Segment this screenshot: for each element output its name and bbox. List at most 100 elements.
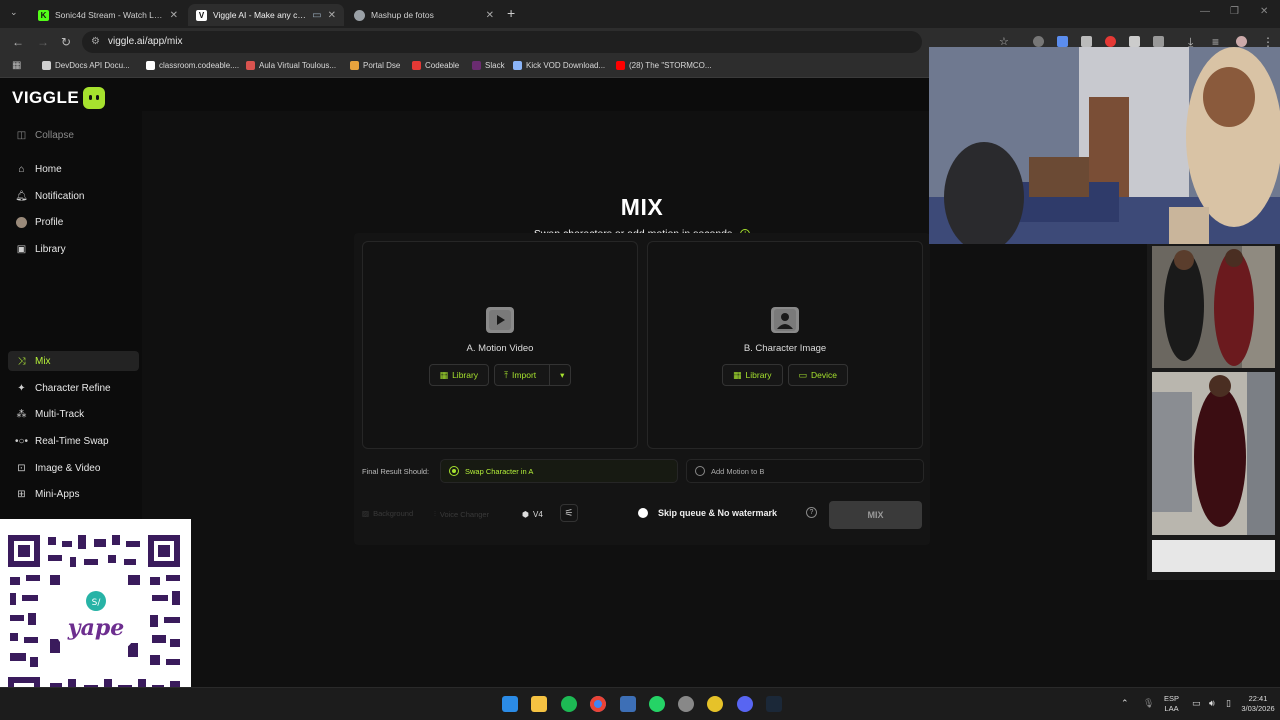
mix-controls-row: ▨ Background ⫶ Voice Changer ⬢ V4 ⚟ Skip qu… xyxy=(362,501,928,529)
browser-tab-viggle[interactable]: V Viggle AI - Make any chara ▭ ✕ xyxy=(188,4,344,26)
svg-text:S/: S/ xyxy=(92,598,102,608)
reload-icon[interactable]: ↻ xyxy=(61,35,71,49)
sidebar-item-label: Notification xyxy=(35,190,85,202)
app-icon[interactable] xyxy=(707,696,723,712)
sidebar-item-notification[interactable]: 🔔︎ Notification xyxy=(8,186,139,206)
model-selector[interactable]: ⬢ V4 xyxy=(522,505,543,523)
address-bar[interactable]: ⚙ viggle.ai/app/mix xyxy=(82,31,922,53)
windows-start-icon[interactable] xyxy=(502,696,518,712)
video-thumbnail[interactable] xyxy=(1152,540,1275,572)
chrome-icon[interactable] xyxy=(590,696,606,712)
browser-tab-mashup[interactable]: Mashup de fotos ✕ xyxy=(346,4,502,26)
mix-button[interactable]: MIX xyxy=(829,501,922,529)
control-label: Background xyxy=(373,509,414,518)
tab-media-icon[interactable]: ▭ xyxy=(312,10,321,21)
tab-close-icon[interactable]: ✕ xyxy=(170,10,178,21)
tab-close-icon[interactable]: ✕ xyxy=(486,10,494,21)
sidebar-item-character-refine[interactable]: ✦ Character Refine xyxy=(8,378,139,398)
help-icon[interactable]: ? xyxy=(806,507,817,518)
bookmark-favicon-icon xyxy=(412,61,421,70)
character-library-button[interactable]: ▦ Library xyxy=(722,364,783,386)
skip-queue-toggle[interactable] xyxy=(638,508,648,518)
discord-icon[interactable] xyxy=(737,696,753,712)
tab-search-chevron-icon[interactable]: ⌄ xyxy=(10,7,18,18)
bookmark-item[interactable]: classroom.codeable.... xyxy=(146,61,239,70)
bookmark-item[interactable]: Slack xyxy=(472,61,505,70)
bookmark-item[interactable]: (28) The "STORMCO... xyxy=(616,61,712,70)
language-indicator[interactable]: ESP LAA xyxy=(1164,694,1179,714)
tray-chevron-icon[interactable]: ⌃ xyxy=(1121,698,1129,708)
sidebar-item-multi-track[interactable]: ⁂ Multi-Track xyxy=(8,404,139,424)
file-explorer-icon[interactable] xyxy=(531,696,547,712)
bookmark-label: (28) The "STORMCO... xyxy=(629,61,712,70)
network-icon[interactable]: ▭ xyxy=(1192,698,1201,708)
viggle-logo[interactable]: VIGGLE xyxy=(12,87,106,109)
sidebar-item-mix[interactable]: ⤨ Mix xyxy=(8,351,139,371)
bookmark-item[interactable]: DevDocs API Docu... xyxy=(42,61,130,70)
tab-title: Mashup de fotos xyxy=(371,10,434,20)
extension-icon[interactable] xyxy=(1129,36,1140,47)
sidebar-item-home[interactable]: ⌂ Home xyxy=(8,159,139,179)
sidebar-item-label: Collapse xyxy=(35,129,74,141)
maximize-icon[interactable]: ❐ xyxy=(1230,6,1239,17)
extension-icon[interactable] xyxy=(1057,36,1068,47)
video-thumbnail[interactable] xyxy=(1152,372,1275,535)
sidebar-item-profile[interactable]: Profile xyxy=(8,212,139,232)
address-url[interactable]: viggle.ai/app/mix xyxy=(108,36,182,47)
browser-tab-kick[interactable]: K Sonic4d Stream - Watch Live o ✕ xyxy=(30,4,186,26)
video-thumbnails-panel xyxy=(1147,244,1280,580)
video-thumbnail[interactable] xyxy=(1152,246,1275,368)
battery-icon[interactable]: ▯ xyxy=(1226,698,1231,708)
spotify-icon[interactable] xyxy=(561,696,577,712)
radio-selected xyxy=(449,466,459,476)
minimize-icon[interactable]: — xyxy=(1200,6,1210,17)
photos-icon[interactable] xyxy=(620,696,636,712)
back-icon[interactable]: ← xyxy=(12,35,24,49)
motion-video-card[interactable]: A. Motion Video ▦ Library ⤒ Import ▾ xyxy=(362,241,638,449)
steam-icon[interactable] xyxy=(766,696,782,712)
extension-icon[interactable] xyxy=(1105,36,1116,47)
app-icon[interactable] xyxy=(678,696,694,712)
sidebar-item-label: Mini-Apps xyxy=(35,488,80,500)
option-swap-character[interactable]: Swap Character in A xyxy=(440,459,678,483)
bookmark-item[interactable]: Codeable xyxy=(412,61,459,70)
sidebar-item-label: Mix xyxy=(35,355,51,367)
extension-icon[interactable] xyxy=(1033,36,1044,47)
background-toggle[interactable]: ▨ Background xyxy=(362,509,413,518)
character-image-card[interactable]: B. Character Image ▦ Library ▭ Device xyxy=(647,241,923,449)
sidebar-item-mini-apps[interactable]: ⊞ Mini-Apps xyxy=(8,484,139,504)
device-button[interactable]: ▭ Device xyxy=(787,364,848,386)
site-info-icon[interactable]: ⚙ xyxy=(91,36,100,47)
lang-code: ESP xyxy=(1164,694,1180,703)
bookmark-item[interactable]: Kick VOD Download... xyxy=(513,61,605,70)
option-add-motion[interactable]: Add Motion to B xyxy=(686,459,924,483)
tab-close-icon[interactable]: ✕ xyxy=(328,10,336,21)
import-dropdown-chevron-icon[interactable]: ▾ xyxy=(554,365,570,385)
settings-sliders-icon[interactable]: ⚟ xyxy=(560,504,578,522)
sidebar-item-library[interactable]: ▣ Library xyxy=(8,239,139,259)
clock[interactable]: 22:41 3/03/2026 xyxy=(1240,694,1276,714)
import-button[interactable]: ⤒ Import xyxy=(495,365,545,385)
motion-library-button[interactable]: ▦ Library xyxy=(428,364,490,386)
volume-icon[interactable]: 🔊︎ xyxy=(1209,698,1215,708)
forward-icon[interactable]: → xyxy=(37,35,49,49)
window-close-icon[interactable]: ✕ xyxy=(1260,6,1268,17)
sidebar-item-image-video[interactable]: ⊡ Image & Video xyxy=(8,458,139,478)
whatsapp-icon[interactable] xyxy=(649,696,665,712)
bookmark-item[interactable]: Aula Virtual Toulous... xyxy=(246,61,336,70)
sidebar-item-real-time-swap[interactable]: •○• Real-Time Swap xyxy=(8,431,139,451)
microphone-icon[interactable]: 🎙︎ xyxy=(1143,698,1154,708)
new-tab-button[interactable]: + xyxy=(507,5,515,21)
bookmark-label: classroom.codeable.... xyxy=(159,61,240,70)
bell-icon: 🔔︎ xyxy=(15,190,28,202)
bookmark-label: Aula Virtual Toulous... xyxy=(259,61,337,70)
voice-changer-toggle[interactable]: ⫶ Voice Changer xyxy=(434,509,489,519)
button-label: Library xyxy=(745,370,772,380)
sidebar-collapse[interactable]: ◫ Collapse xyxy=(8,125,139,145)
sidebar-item-label: Image & Video xyxy=(35,462,101,474)
extensions-puzzle-icon[interactable] xyxy=(1153,36,1164,47)
profile-avatar[interactable] xyxy=(1236,36,1247,47)
bookmark-item[interactable]: Portal Dse xyxy=(350,61,400,70)
extension-icon[interactable] xyxy=(1081,36,1092,47)
apps-grid-icon[interactable]: ▦ xyxy=(12,60,21,71)
